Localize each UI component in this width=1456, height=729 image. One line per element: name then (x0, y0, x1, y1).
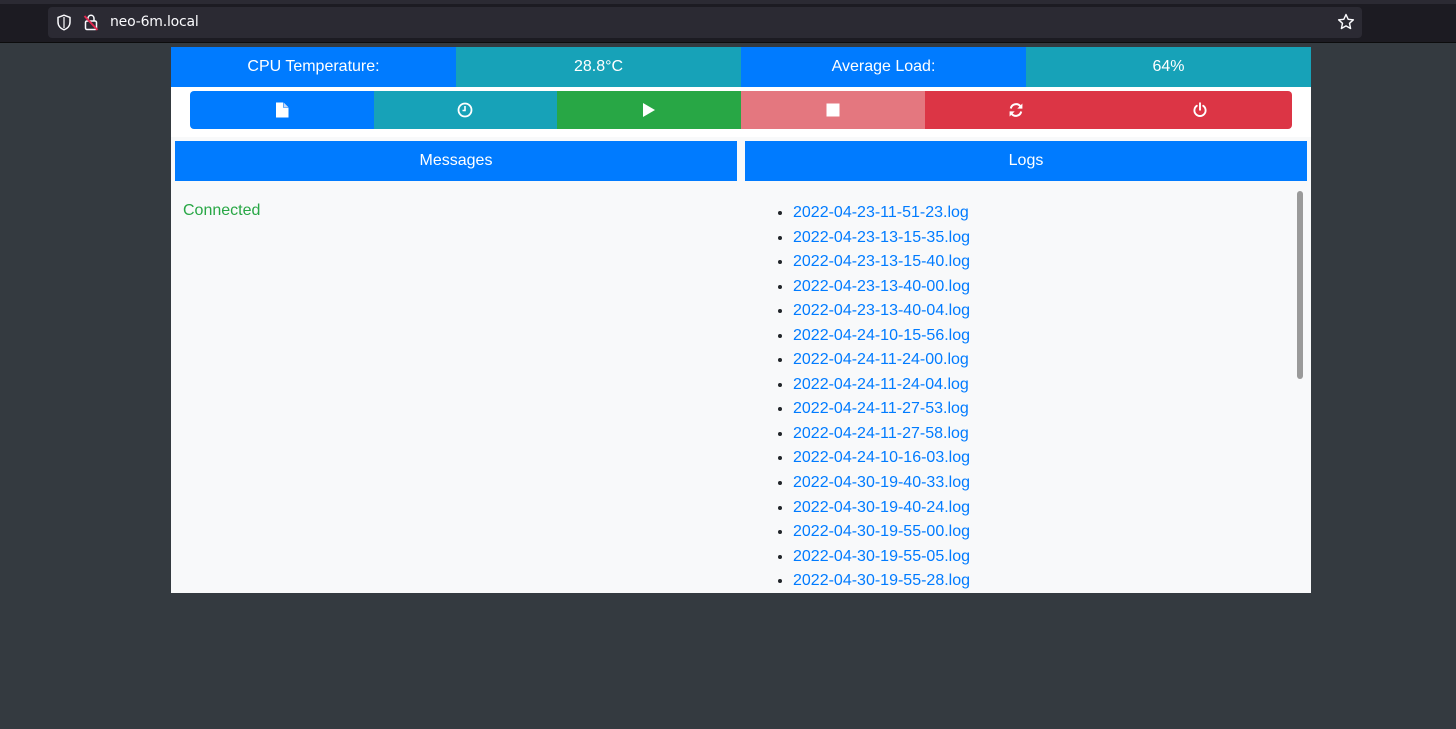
messages-panel: Connected (183, 201, 733, 221)
log-file-link[interactable]: 2022-04-30-19-55-28.log (793, 572, 970, 589)
bookmark-star-icon[interactable] (1337, 13, 1355, 31)
log-list-item: 2022-04-23-13-15-40.log (793, 250, 970, 275)
log-list-item: 2022-04-24-11-27-58.log (793, 422, 970, 447)
power-icon (1193, 102, 1207, 117)
log-list-item: 2022-04-23-11-51-23.log (793, 201, 970, 226)
log-file-link[interactable]: 2022-04-30-19-55-05.log (793, 548, 970, 565)
tracking-protection-shield-icon[interactable] (56, 14, 72, 31)
url-text[interactable]: neo-6m.local (110, 14, 199, 30)
log-list-item: 2022-04-23-13-40-04.log (793, 299, 970, 324)
file-button[interactable] (190, 91, 374, 129)
log-list-item: 2022-04-23-13-15-35.log (793, 226, 970, 251)
start-button[interactable] (557, 91, 741, 129)
log-file-link[interactable]: 2022-04-24-11-24-04.log (793, 376, 969, 393)
average-load-label: Average Load: (741, 47, 1026, 87)
schedule-button[interactable] (373, 91, 558, 129)
tab-strip (0, 0, 1456, 4)
log-file-link[interactable]: 2022-04-24-11-27-58.log (793, 425, 969, 442)
browser-toolbar: neo-6m.local (0, 0, 1456, 43)
log-list-item: 2022-04-30-19-55-00.log (793, 520, 970, 545)
refresh-icon (1010, 103, 1023, 117)
log-file-link[interactable]: 2022-04-30-19-40-24.log (793, 499, 970, 516)
address-bar[interactable]: neo-6m.local (48, 7, 1362, 38)
log-file-link[interactable]: 2022-04-30-19-55-00.log (793, 523, 970, 540)
restart-button[interactable] (924, 91, 1109, 129)
log-file-link[interactable]: 2022-04-23-13-40-00.log (793, 278, 970, 295)
log-file-link[interactable]: 2022-04-24-11-24-00.log (793, 351, 969, 368)
log-file-list: 2022-04-23-11-51-23.log 2022-04-23-13-15-… (793, 201, 970, 593)
log-list-item: 2022-04-24-11-24-00.log (793, 348, 970, 373)
stop-button[interactable] (740, 91, 925, 129)
logs-header: Logs (745, 141, 1307, 181)
messages-header: Messages (175, 141, 737, 181)
log-list-item: 2022-04-30-19-40-24.log (793, 496, 970, 521)
cpu-temperature-label: CPU Temperature: (171, 47, 456, 87)
web-page: CPU Temperature: 28.8°C Average Load: 64… (171, 47, 1311, 593)
average-load-value: 64% (1026, 47, 1311, 87)
stop-icon (826, 103, 840, 117)
log-list-item: 2022-04-24-11-27-53.log (793, 397, 970, 422)
content-area: Messages Logs Connected 2022-04-23-11-51… (171, 137, 1311, 593)
insecure-lock-icon[interactable] (83, 13, 99, 31)
log-file-link[interactable]: 2022-04-24-10-15-56.log (793, 327, 970, 344)
cpu-temperature-value: 28.8°C (456, 47, 741, 87)
log-list-item: 2022-04-23-13-40-00.log (793, 275, 970, 300)
shutdown-button[interactable] (1108, 91, 1292, 129)
log-list-item: 2022-04-30-19-55-28.log (793, 569, 970, 593)
log-list-item: 2022-04-24-10-15-56.log (793, 324, 970, 349)
log-list-item: 2022-04-24-10-16-03.log (793, 446, 970, 471)
log-list-item: 2022-04-24-11-24-04.log (793, 373, 970, 398)
status-bar: CPU Temperature: 28.8°C Average Load: 64… (171, 47, 1311, 87)
log-file-link[interactable]: 2022-04-24-11-27-53.log (793, 400, 969, 417)
log-list-item: 2022-04-30-19-40-33.log (793, 471, 970, 496)
log-file-link[interactable]: 2022-04-30-19-40-33.log (793, 474, 970, 491)
play-icon (643, 103, 656, 117)
clock-icon (458, 102, 473, 118)
logs-panel[interactable]: 2022-04-23-11-51-23.log 2022-04-23-13-15-… (745, 191, 1307, 593)
log-file-link[interactable]: 2022-04-23-13-15-35.log (793, 229, 970, 246)
logs-scrollbar[interactable] (1293, 191, 1307, 593)
log-file-link[interactable]: 2022-04-23-13-40-04.log (793, 302, 970, 319)
log-list-item: 2022-04-30-19-55-05.log (793, 545, 970, 570)
file-icon (275, 102, 289, 118)
message-item: Connected (183, 202, 261, 219)
log-file-link[interactable]: 2022-04-24-10-16-03.log (793, 449, 970, 466)
log-file-link[interactable]: 2022-04-23-13-15-40.log (793, 253, 970, 270)
action-button-group (190, 91, 1292, 129)
logs-scrollbar-thumb[interactable] (1297, 191, 1303, 379)
log-file-link[interactable]: 2022-04-23-11-51-23.log (793, 204, 969, 221)
